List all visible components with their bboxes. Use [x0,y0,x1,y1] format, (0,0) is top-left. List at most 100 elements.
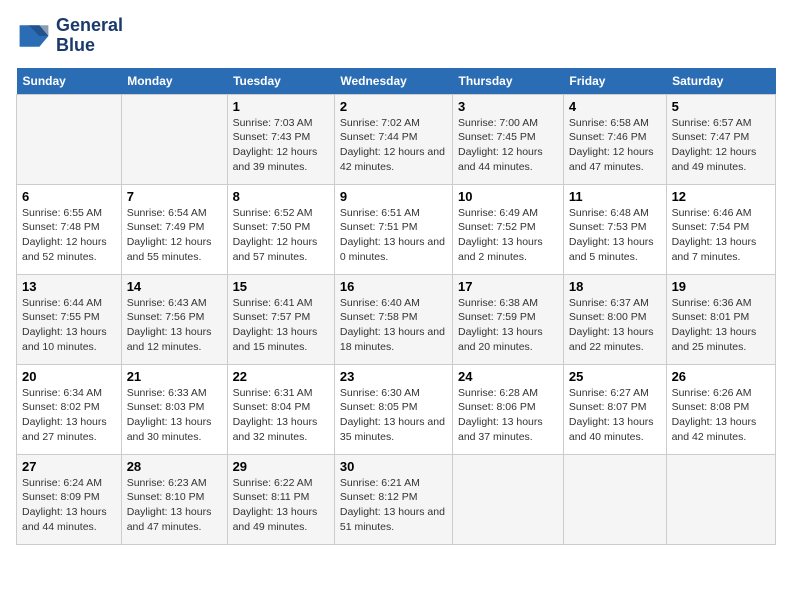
page-header: General Blue [16,16,776,56]
day-info: Sunrise: 6:55 AMSunset: 7:48 PMDaylight:… [22,206,116,265]
week-row-2: 6Sunrise: 6:55 AMSunset: 7:48 PMDaylight… [17,184,776,274]
day-info: Sunrise: 6:54 AMSunset: 7:49 PMDaylight:… [127,206,222,265]
calendar-cell: 20 Sunrise: 6:34 AMSunset: 8:02 PMDayligh… [17,364,122,454]
day-info: Sunrise: 6:43 AMSunset: 7:56 PMDaylight:… [127,296,222,355]
calendar-cell: 25Sunrise: 6:27 AMSunset: 8:07 PMDayligh… [563,364,666,454]
week-row-4: 20 Sunrise: 6:34 AMSunset: 8:02 PMDayligh… [17,364,776,454]
calendar-cell: 13 Sunrise: 6:44 AMSunset: 7:55 PMDayligh… [17,274,122,364]
calendar-cell: 2Sunrise: 7:02 AMSunset: 7:44 PMDaylight… [334,94,452,184]
calendar-cell: 10 Sunrise: 6:49 AMSunset: 7:52 PMDayligh… [453,184,564,274]
day-number: 1 [233,99,329,114]
day-number: 18 [569,279,661,294]
calendar-cell: 16 Sunrise: 6:40 AMSunset: 7:58 PMDayligh… [334,274,452,364]
day-info: Sunrise: 6:44 AMSunset: 7:55 PMDaylight:… [22,296,116,355]
calendar-cell: 17Sunrise: 6:38 AMSunset: 7:59 PMDayligh… [453,274,564,364]
calendar-table: SundayMondayTuesdayWednesdayThursdayFrid… [16,68,776,545]
weekday-header-sunday: Sunday [17,68,122,95]
day-number: 22 [233,369,329,384]
day-info: Sunrise: 6:48 AMSunset: 7:53 PMDaylight:… [569,206,661,265]
day-number: 27 [22,459,116,474]
day-number: 14 [127,279,222,294]
day-info: Sunrise: 7:03 AMSunset: 7:43 PMDaylight:… [233,116,329,175]
day-info: Sunrise: 6:30 AMSunset: 8:05 PMDaylight:… [340,386,447,445]
day-info: Sunrise: 6:41 AMSunset: 7:57 PMDaylight:… [233,296,329,355]
day-info: Sunrise: 6:24 AMSunset: 8:09 PMDaylight:… [22,476,116,535]
calendar-cell: 8 Sunrise: 6:52 AMSunset: 7:50 PMDaylight… [227,184,334,274]
calendar-cell [121,94,227,184]
calendar-cell: 21 Sunrise: 6:33 AMSunset: 8:03 PMDayligh… [121,364,227,454]
day-number: 29 [233,459,329,474]
day-info: Sunrise: 6:51 AMSunset: 7:51 PMDaylight:… [340,206,447,265]
day-number: 28 [127,459,222,474]
day-info: Sunrise: 6:40 AMSunset: 7:58 PMDaylight:… [340,296,447,355]
calendar-cell: 23 Sunrise: 6:30 AMSunset: 8:05 PMDayligh… [334,364,452,454]
week-row-5: 27 Sunrise: 6:24 AMSunset: 8:09 PMDayligh… [17,454,776,544]
week-row-3: 13 Sunrise: 6:44 AMSunset: 7:55 PMDayligh… [17,274,776,364]
logo: General Blue [16,16,123,56]
day-number: 21 [127,369,222,384]
calendar-cell: 9 Sunrise: 6:51 AMSunset: 7:51 PMDaylight… [334,184,452,274]
day-info: Sunrise: 6:36 AMSunset: 8:01 PMDaylight:… [672,296,770,355]
calendar-cell [17,94,122,184]
calendar-cell [453,454,564,544]
calendar-cell: 24Sunrise: 6:28 AMSunset: 8:06 PMDayligh… [453,364,564,454]
day-number: 3 [458,99,558,114]
weekday-header-friday: Friday [563,68,666,95]
day-number: 30 [340,459,447,474]
day-info: Sunrise: 6:23 AMSunset: 8:10 PMDaylight:… [127,476,222,535]
day-number: 10 [458,189,558,204]
weekday-header-row: SundayMondayTuesdayWednesdayThursdayFrid… [17,68,776,95]
day-info: Sunrise: 6:57 AMSunset: 7:47 PMDaylight:… [672,116,770,175]
calendar-cell: 12 Sunrise: 6:46 AMSunset: 7:54 PMDayligh… [666,184,775,274]
logo-text: General Blue [56,16,123,56]
calendar-cell: 14 Sunrise: 6:43 AMSunset: 7:56 PMDayligh… [121,274,227,364]
day-info: Sunrise: 6:33 AMSunset: 8:03 PMDaylight:… [127,386,222,445]
weekday-header-saturday: Saturday [666,68,775,95]
day-number: 11 [569,189,661,204]
day-number: 7 [127,189,222,204]
calendar-cell: 6Sunrise: 6:55 AMSunset: 7:48 PMDaylight… [17,184,122,274]
calendar-cell: 11 Sunrise: 6:48 AMSunset: 7:53 PMDayligh… [563,184,666,274]
day-number: 23 [340,369,447,384]
day-info: Sunrise: 6:31 AMSunset: 8:04 PMDaylight:… [233,386,329,445]
day-number: 24 [458,369,558,384]
calendar-cell: 7 Sunrise: 6:54 AMSunset: 7:49 PMDaylight… [121,184,227,274]
day-number: 16 [340,279,447,294]
day-info: Sunrise: 6:46 AMSunset: 7:54 PMDaylight:… [672,206,770,265]
day-info: Sunrise: 6:26 AMSunset: 8:08 PMDaylight:… [672,386,770,445]
weekday-header-tuesday: Tuesday [227,68,334,95]
day-number: 4 [569,99,661,114]
calendar-cell: 29Sunrise: 6:22 AMSunset: 8:11 PMDayligh… [227,454,334,544]
day-number: 17 [458,279,558,294]
calendar-cell: 30 Sunrise: 6:21 AMSunset: 8:12 PMDayligh… [334,454,452,544]
day-number: 12 [672,189,770,204]
day-number: 8 [233,189,329,204]
day-number: 19 [672,279,770,294]
day-number: 13 [22,279,116,294]
day-info: Sunrise: 7:00 AMSunset: 7:45 PMDaylight:… [458,116,558,175]
day-info: Sunrise: 6:58 AMSunset: 7:46 PMDaylight:… [569,116,661,175]
calendar-cell: 27 Sunrise: 6:24 AMSunset: 8:09 PMDayligh… [17,454,122,544]
weekday-header-monday: Monday [121,68,227,95]
day-info: Sunrise: 6:52 AMSunset: 7:50 PMDaylight:… [233,206,329,265]
calendar-cell: 15 Sunrise: 6:41 AMSunset: 7:57 PMDayligh… [227,274,334,364]
day-info: Sunrise: 6:34 AMSunset: 8:02 PMDaylight:… [22,386,116,445]
weekday-header-wednesday: Wednesday [334,68,452,95]
week-row-1: 1 Sunrise: 7:03 AMSunset: 7:43 PMDaylight… [17,94,776,184]
calendar-cell: 26 Sunrise: 6:26 AMSunset: 8:08 PMDayligh… [666,364,775,454]
day-number: 26 [672,369,770,384]
day-info: Sunrise: 6:49 AMSunset: 7:52 PMDaylight:… [458,206,558,265]
logo-icon [16,18,52,54]
calendar-cell: 5Sunrise: 6:57 AMSunset: 7:47 PMDaylight… [666,94,775,184]
calendar-cell [666,454,775,544]
day-number: 2 [340,99,447,114]
day-info: Sunrise: 6:37 AMSunset: 8:00 PMDaylight:… [569,296,661,355]
day-number: 20 [22,369,116,384]
calendar-cell: 3 Sunrise: 7:00 AMSunset: 7:45 PMDaylight… [453,94,564,184]
day-number: 15 [233,279,329,294]
day-info: Sunrise: 6:21 AMSunset: 8:12 PMDaylight:… [340,476,447,535]
weekday-header-thursday: Thursday [453,68,564,95]
day-number: 9 [340,189,447,204]
calendar-cell: 22 Sunrise: 6:31 AMSunset: 8:04 PMDayligh… [227,364,334,454]
calendar-cell: 28 Sunrise: 6:23 AMSunset: 8:10 PMDayligh… [121,454,227,544]
